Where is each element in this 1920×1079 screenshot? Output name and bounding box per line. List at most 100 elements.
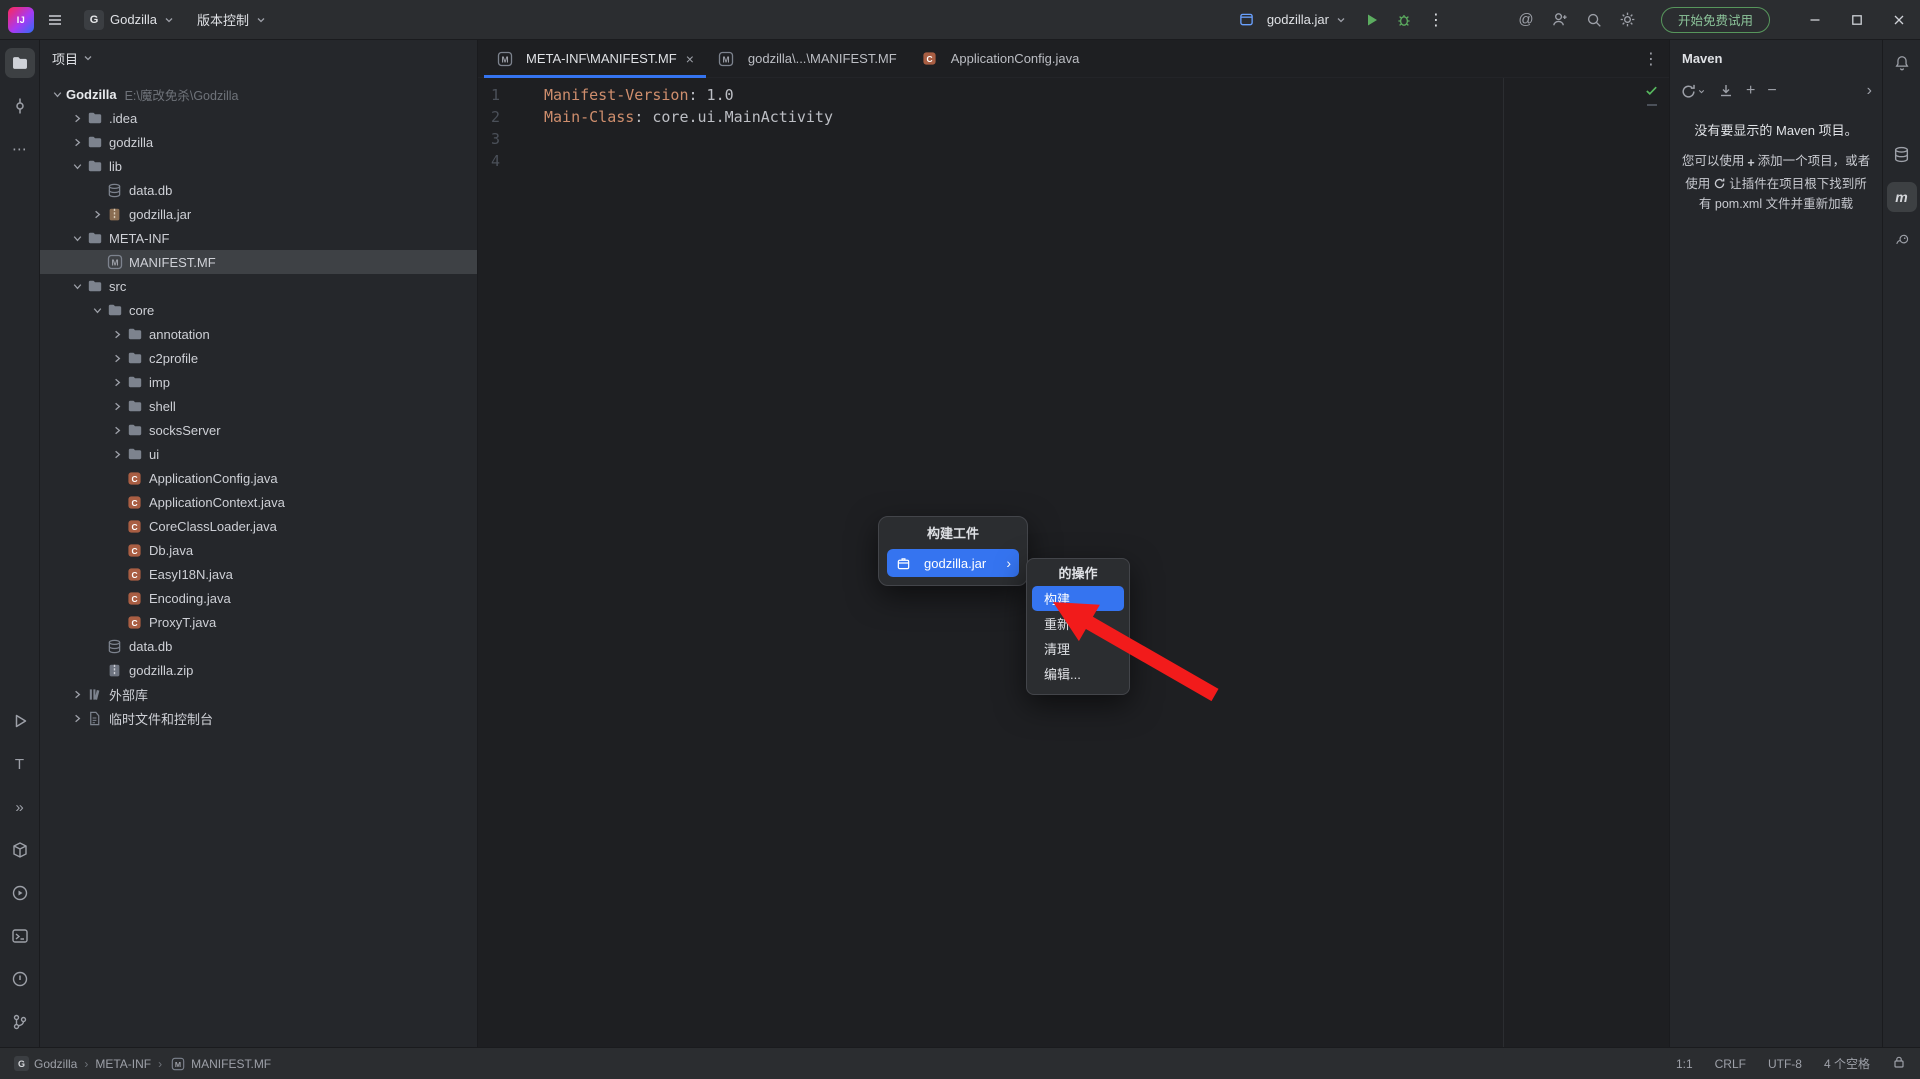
tree-item[interactable]: godzilla.jar — [40, 202, 477, 226]
add-user-icon[interactable] — [1547, 7, 1573, 33]
more-run-actions-icon[interactable]: ⋮ — [1421, 5, 1451, 35]
project-tool-icon[interactable] — [4, 48, 35, 78]
chevron-icon[interactable] — [68, 110, 86, 126]
maximize-button[interactable] — [1836, 0, 1878, 40]
project-panel-header[interactable]: 项目 — [40, 40, 477, 76]
inspections-ok-icon[interactable] — [1644, 82, 1659, 104]
dependencies-tool-icon[interactable] — [5, 835, 35, 865]
refresh-icon[interactable] — [1680, 83, 1706, 100]
encoding-widget[interactable]: UTF-8 — [1768, 1057, 1802, 1071]
chevron-icon[interactable] — [48, 86, 66, 102]
folder-icon — [126, 326, 143, 342]
tree-item[interactable]: socksServer — [40, 418, 477, 442]
editor-options-icon[interactable]: ⋮ — [1643, 40, 1659, 78]
tree-item[interactable]: lib — [40, 154, 477, 178]
todo-tool-icon[interactable]: T — [5, 749, 35, 779]
tree-item[interactable]: C CoreClassLoader.java — [40, 514, 477, 538]
search-icon[interactable] — [1581, 7, 1607, 33]
tree-item[interactable]: src — [40, 274, 477, 298]
readonly-lock-icon[interactable] — [1892, 1055, 1906, 1072]
problems-tool-icon[interactable] — [5, 964, 35, 994]
indent-widget[interactable]: 4 个空格 — [1824, 1055, 1870, 1072]
mentions-icon[interactable]: @ — [1513, 7, 1539, 33]
chevron-icon[interactable] — [68, 230, 86, 246]
menu-item[interactable]: 编辑... — [1032, 661, 1124, 686]
chevron-icon[interactable] — [88, 206, 106, 222]
line-separator-widget[interactable]: CRLF — [1715, 1057, 1746, 1071]
chevron-icon[interactable] — [108, 446, 126, 462]
breadcrumb-project[interactable]: G Godzilla — [14, 1056, 77, 1071]
tree-item[interactable]: 外部库 — [40, 682, 477, 706]
chevron-icon[interactable] — [108, 422, 126, 438]
tree-item[interactable]: godzilla.zip — [40, 658, 477, 682]
debug-button[interactable] — [1389, 5, 1419, 35]
free-trial-button[interactable]: 开始免费试用 — [1660, 6, 1770, 33]
caret-position-widget[interactable]: 1:1 — [1676, 1057, 1693, 1071]
close-tab-icon[interactable]: × — [686, 51, 694, 67]
remove-maven-project-icon[interactable]: − — [1767, 82, 1776, 100]
editor-tab[interactable]: Mgodzilla\...\MANIFEST.MF — [706, 40, 909, 77]
breadcrumb-folder[interactable]: META-INF — [95, 1057, 151, 1071]
tree-item[interactable]: C ProxyT.java — [40, 610, 477, 634]
expand-panel-icon[interactable]: › — [1867, 82, 1872, 100]
gradle-tool-icon[interactable] — [1887, 225, 1917, 255]
vcs-selector[interactable]: 版本控制 — [189, 5, 275, 35]
tree-item[interactable]: data.db — [40, 178, 477, 202]
chevron-icon[interactable] — [88, 302, 106, 318]
project-selector[interactable]: G Godzilla — [76, 5, 183, 35]
tree-item[interactable]: Godzilla E:\魔改免杀\Godzilla — [40, 82, 477, 106]
maven-tool-icon[interactable]: m — [1886, 182, 1917, 212]
settings-gear-icon[interactable] — [1615, 7, 1641, 33]
tree-item[interactable]: data.db — [40, 634, 477, 658]
chevron-icon[interactable] — [68, 158, 86, 174]
chevron-icon[interactable] — [68, 278, 86, 294]
version-control-tool-icon[interactable] — [5, 1007, 35, 1037]
run-tool-icon[interactable] — [5, 706, 35, 736]
commit-tool-icon[interactable] — [5, 91, 35, 121]
tree-item[interactable]: godzilla — [40, 130, 477, 154]
notifications-bell-icon[interactable] — [1887, 48, 1917, 78]
menu-item[interactable]: 清理 — [1032, 636, 1124, 661]
tree-item[interactable]: M MANIFEST.MF — [40, 250, 477, 274]
tree-item[interactable]: C ApplicationConfig.java — [40, 466, 477, 490]
chevron-icon[interactable] — [108, 326, 126, 342]
services-tool-icon[interactable] — [5, 878, 35, 908]
database-tool-icon[interactable] — [1887, 139, 1917, 169]
chevron-icon[interactable] — [108, 374, 126, 390]
chevron-icon[interactable] — [68, 134, 86, 150]
breadcrumb-file[interactable]: M MANIFEST.MF — [169, 1056, 271, 1072]
tree-item[interactable]: C Db.java — [40, 538, 477, 562]
menu-item[interactable]: 重新构建 — [1032, 611, 1124, 636]
download-sources-icon[interactable] — [1718, 83, 1734, 99]
tree-item[interactable]: ui — [40, 442, 477, 466]
hidden-tools-icon[interactable]: » — [5, 792, 35, 822]
tree-item[interactable]: imp — [40, 370, 477, 394]
tree-item[interactable]: META-INF — [40, 226, 477, 250]
minimize-button[interactable] — [1794, 0, 1836, 40]
tree-item[interactable]: c2profile — [40, 346, 477, 370]
chevron-icon[interactable] — [68, 686, 86, 702]
chevron-down-icon — [257, 17, 265, 22]
tree-item[interactable]: shell — [40, 394, 477, 418]
artifact-item-godzilla-jar[interactable]: godzilla.jar › — [887, 549, 1019, 577]
tree-item[interactable]: core — [40, 298, 477, 322]
terminal-tool-icon[interactable] — [5, 921, 35, 951]
tree-item[interactable]: C ApplicationContext.java — [40, 490, 477, 514]
main-menu-icon[interactable] — [40, 5, 70, 35]
tree-item[interactable]: C EasyI18N.java — [40, 562, 477, 586]
more-tool-windows-icon[interactable]: ⋯ — [5, 134, 35, 164]
chevron-icon[interactable] — [68, 710, 86, 726]
chevron-icon[interactable] — [108, 398, 126, 414]
run-button[interactable] — [1357, 5, 1387, 35]
close-button[interactable] — [1878, 0, 1920, 40]
tree-item[interactable]: .idea — [40, 106, 477, 130]
add-maven-project-icon[interactable]: + — [1746, 82, 1755, 100]
menu-item[interactable]: 构建 — [1032, 586, 1124, 611]
tree-item[interactable]: 临时文件和控制台 — [40, 706, 477, 730]
editor-tab[interactable]: C ApplicationConfig.java — [909, 40, 1092, 77]
editor-tab[interactable]: M META-INF\MANIFEST.MF × — [484, 40, 706, 78]
tree-item[interactable]: annotation — [40, 322, 477, 346]
run-config-selector[interactable]: godzilla.jar — [1230, 5, 1355, 35]
tree-item[interactable]: C Encoding.java — [40, 586, 477, 610]
chevron-icon[interactable] — [108, 350, 126, 366]
